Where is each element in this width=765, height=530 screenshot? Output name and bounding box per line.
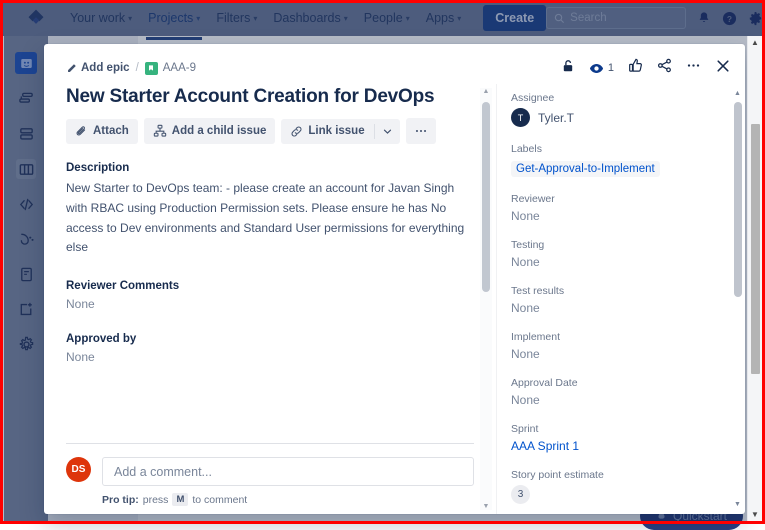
child-issue-icon <box>153 124 167 138</box>
link-issue-button[interactable]: Link issue <box>281 119 373 144</box>
link-issue-label: Link issue <box>308 125 364 137</box>
share-icon[interactable] <box>657 58 672 78</box>
pro-tip-bold: Pro tip: <box>102 494 139 506</box>
field-approval-date-label: Approval Date <box>511 377 745 389</box>
field-test-results-label: Test results <box>511 285 745 297</box>
page-scrollbar[interactable]: ▲ ▼ <box>747 36 762 521</box>
field-test-results-value[interactable]: None <box>511 301 745 315</box>
field-approval-date: Approval Date None <box>511 377 745 407</box>
issue-main-scrollbar-thumb[interactable] <box>482 102 490 292</box>
description-value[interactable]: New Starter to DevOps team: - please cre… <box>66 179 474 258</box>
link-issue-dropdown-button[interactable] <box>375 119 400 144</box>
field-implement-label: Implement <box>511 331 745 343</box>
modal-header-actions: 1 <box>561 58 731 79</box>
issue-main-column: New Starter Account Creation for DevOps … <box>44 84 496 514</box>
field-story-point-estimate: Story point estimate 3 <box>511 469 745 504</box>
comment-row: DS Add a comment... <box>66 457 474 486</box>
field-assignee: Assignee T Tyler.T <box>511 92 745 127</box>
issue-detail-modal: Add epic / AAA-9 1 <box>44 44 745 514</box>
field-sprint-label: Sprint <box>511 423 745 435</box>
field-testing-value[interactable]: None <box>511 255 745 269</box>
field-reviewer: Reviewer None <box>511 193 745 223</box>
pro-tip-post: to comment <box>192 494 247 506</box>
page-scrollbar-thumb[interactable] <box>751 124 760 374</box>
pro-tip: Pro tip: press M to comment <box>102 493 474 506</box>
field-labels: Labels Get-Approval-to-Implement <box>511 143 745 177</box>
description-section: Description New Starter to DevOps team: … <box>66 162 474 258</box>
approved-by-value[interactable]: None <box>66 350 474 364</box>
issue-action-buttons: Attach Add a child issue Link issue <box>66 118 474 144</box>
more-options-icon[interactable] <box>686 58 701 78</box>
add-comment-area: DS Add a comment... Pro tip: press M to … <box>66 443 474 514</box>
issue-key-label: AAA-9 <box>163 62 196 74</box>
field-implement-value[interactable]: None <box>511 347 745 361</box>
unlock-icon[interactable] <box>561 59 575 78</box>
field-assignee-value[interactable]: T Tyler.T <box>511 108 745 127</box>
field-implement: Implement None <box>511 331 745 361</box>
approved-by-section: Approved by None <box>66 333 474 364</box>
avatar[interactable]: DS <box>66 457 91 482</box>
breadcrumb-separator: / <box>136 62 139 74</box>
link-issue-group: Link issue <box>281 119 399 144</box>
add-epic-label: Add epic <box>81 62 130 74</box>
watch-count: 1 <box>608 62 614 74</box>
avatar: T <box>511 108 530 127</box>
watch-button[interactable]: 1 <box>589 61 614 76</box>
issue-details-scrollbar[interactable]: ▲ ▼ <box>732 90 743 508</box>
story-point-badge[interactable]: 3 <box>511 485 530 504</box>
field-assignee-label: Assignee <box>511 92 745 104</box>
issue-more-actions-button[interactable] <box>406 118 436 144</box>
scroll-up-arrow-icon[interactable]: ▲ <box>734 90 741 97</box>
pencil-icon <box>66 63 77 74</box>
scroll-down-arrow-icon[interactable]: ▼ <box>483 503 490 510</box>
scroll-up-arrow-icon[interactable]: ▲ <box>483 88 490 95</box>
modal-body: New Starter Account Creation for DevOps … <box>44 84 745 514</box>
field-story-point-estimate-label: Story point estimate <box>511 469 745 481</box>
scroll-up-arrow-icon[interactable]: ▲ <box>751 38 759 47</box>
story-icon <box>145 62 158 75</box>
pro-tip-pre: press <box>143 494 169 506</box>
reviewer-comments-label: Reviewer Comments <box>66 280 474 292</box>
issue-details-scrollbar-thumb[interactable] <box>734 102 742 297</box>
issue-main-scrollbar[interactable]: ▲ ▼ <box>480 88 492 510</box>
field-reviewer-value[interactable]: None <box>511 209 745 223</box>
reviewer-comments-value[interactable]: None <box>66 297 474 311</box>
description-label: Description <box>66 162 474 174</box>
field-approval-date-value[interactable]: None <box>511 393 745 407</box>
issue-key-link[interactable]: AAA-9 <box>145 62 196 75</box>
approved-by-label: Approved by <box>66 333 474 345</box>
add-child-issue-button[interactable]: Add a child issue <box>144 118 276 144</box>
add-epic-button[interactable]: Add epic <box>66 62 130 74</box>
modal-header: Add epic / AAA-9 1 <box>44 44 745 84</box>
attach-button[interactable]: Attach <box>66 119 138 144</box>
field-testing-label: Testing <box>511 239 745 251</box>
eye-icon <box>589 61 604 76</box>
field-labels-label: Labels <box>511 143 745 155</box>
scroll-down-arrow-icon[interactable]: ▼ <box>734 501 741 508</box>
field-reviewer-label: Reviewer <box>511 193 745 205</box>
field-sprint: Sprint AAA Sprint 1 <box>511 423 745 453</box>
attach-label: Attach <box>93 125 129 137</box>
link-icon <box>290 125 303 138</box>
close-icon[interactable] <box>715 58 731 79</box>
assignee-name: Tyler.T <box>538 111 574 125</box>
paperclip-icon <box>75 125 88 138</box>
pro-tip-key: M <box>172 493 188 506</box>
thumbs-up-icon[interactable] <box>628 58 643 78</box>
chevron-down-icon <box>383 127 392 136</box>
comment-input[interactable]: Add a comment... <box>102 457 474 486</box>
field-test-results: Test results None <box>511 285 745 315</box>
label-chip[interactable]: Get-Approval-to-Implement <box>511 161 660 177</box>
scroll-down-arrow-icon[interactable]: ▼ <box>751 510 759 519</box>
page-title: New Starter Account Creation for DevOps <box>66 86 474 108</box>
more-options-icon <box>414 124 428 138</box>
issue-details-column: Assignee T Tyler.T Labels Get-Approval-t… <box>496 84 745 514</box>
add-child-issue-label: Add a child issue <box>172 125 267 137</box>
field-testing: Testing None <box>511 239 745 269</box>
breadcrumb: Add epic / AAA-9 <box>66 62 196 75</box>
comment-placeholder: Add a comment... <box>114 465 212 479</box>
sprint-link[interactable]: AAA Sprint 1 <box>511 439 745 453</box>
reviewer-comments-section: Reviewer Comments None <box>66 280 474 311</box>
